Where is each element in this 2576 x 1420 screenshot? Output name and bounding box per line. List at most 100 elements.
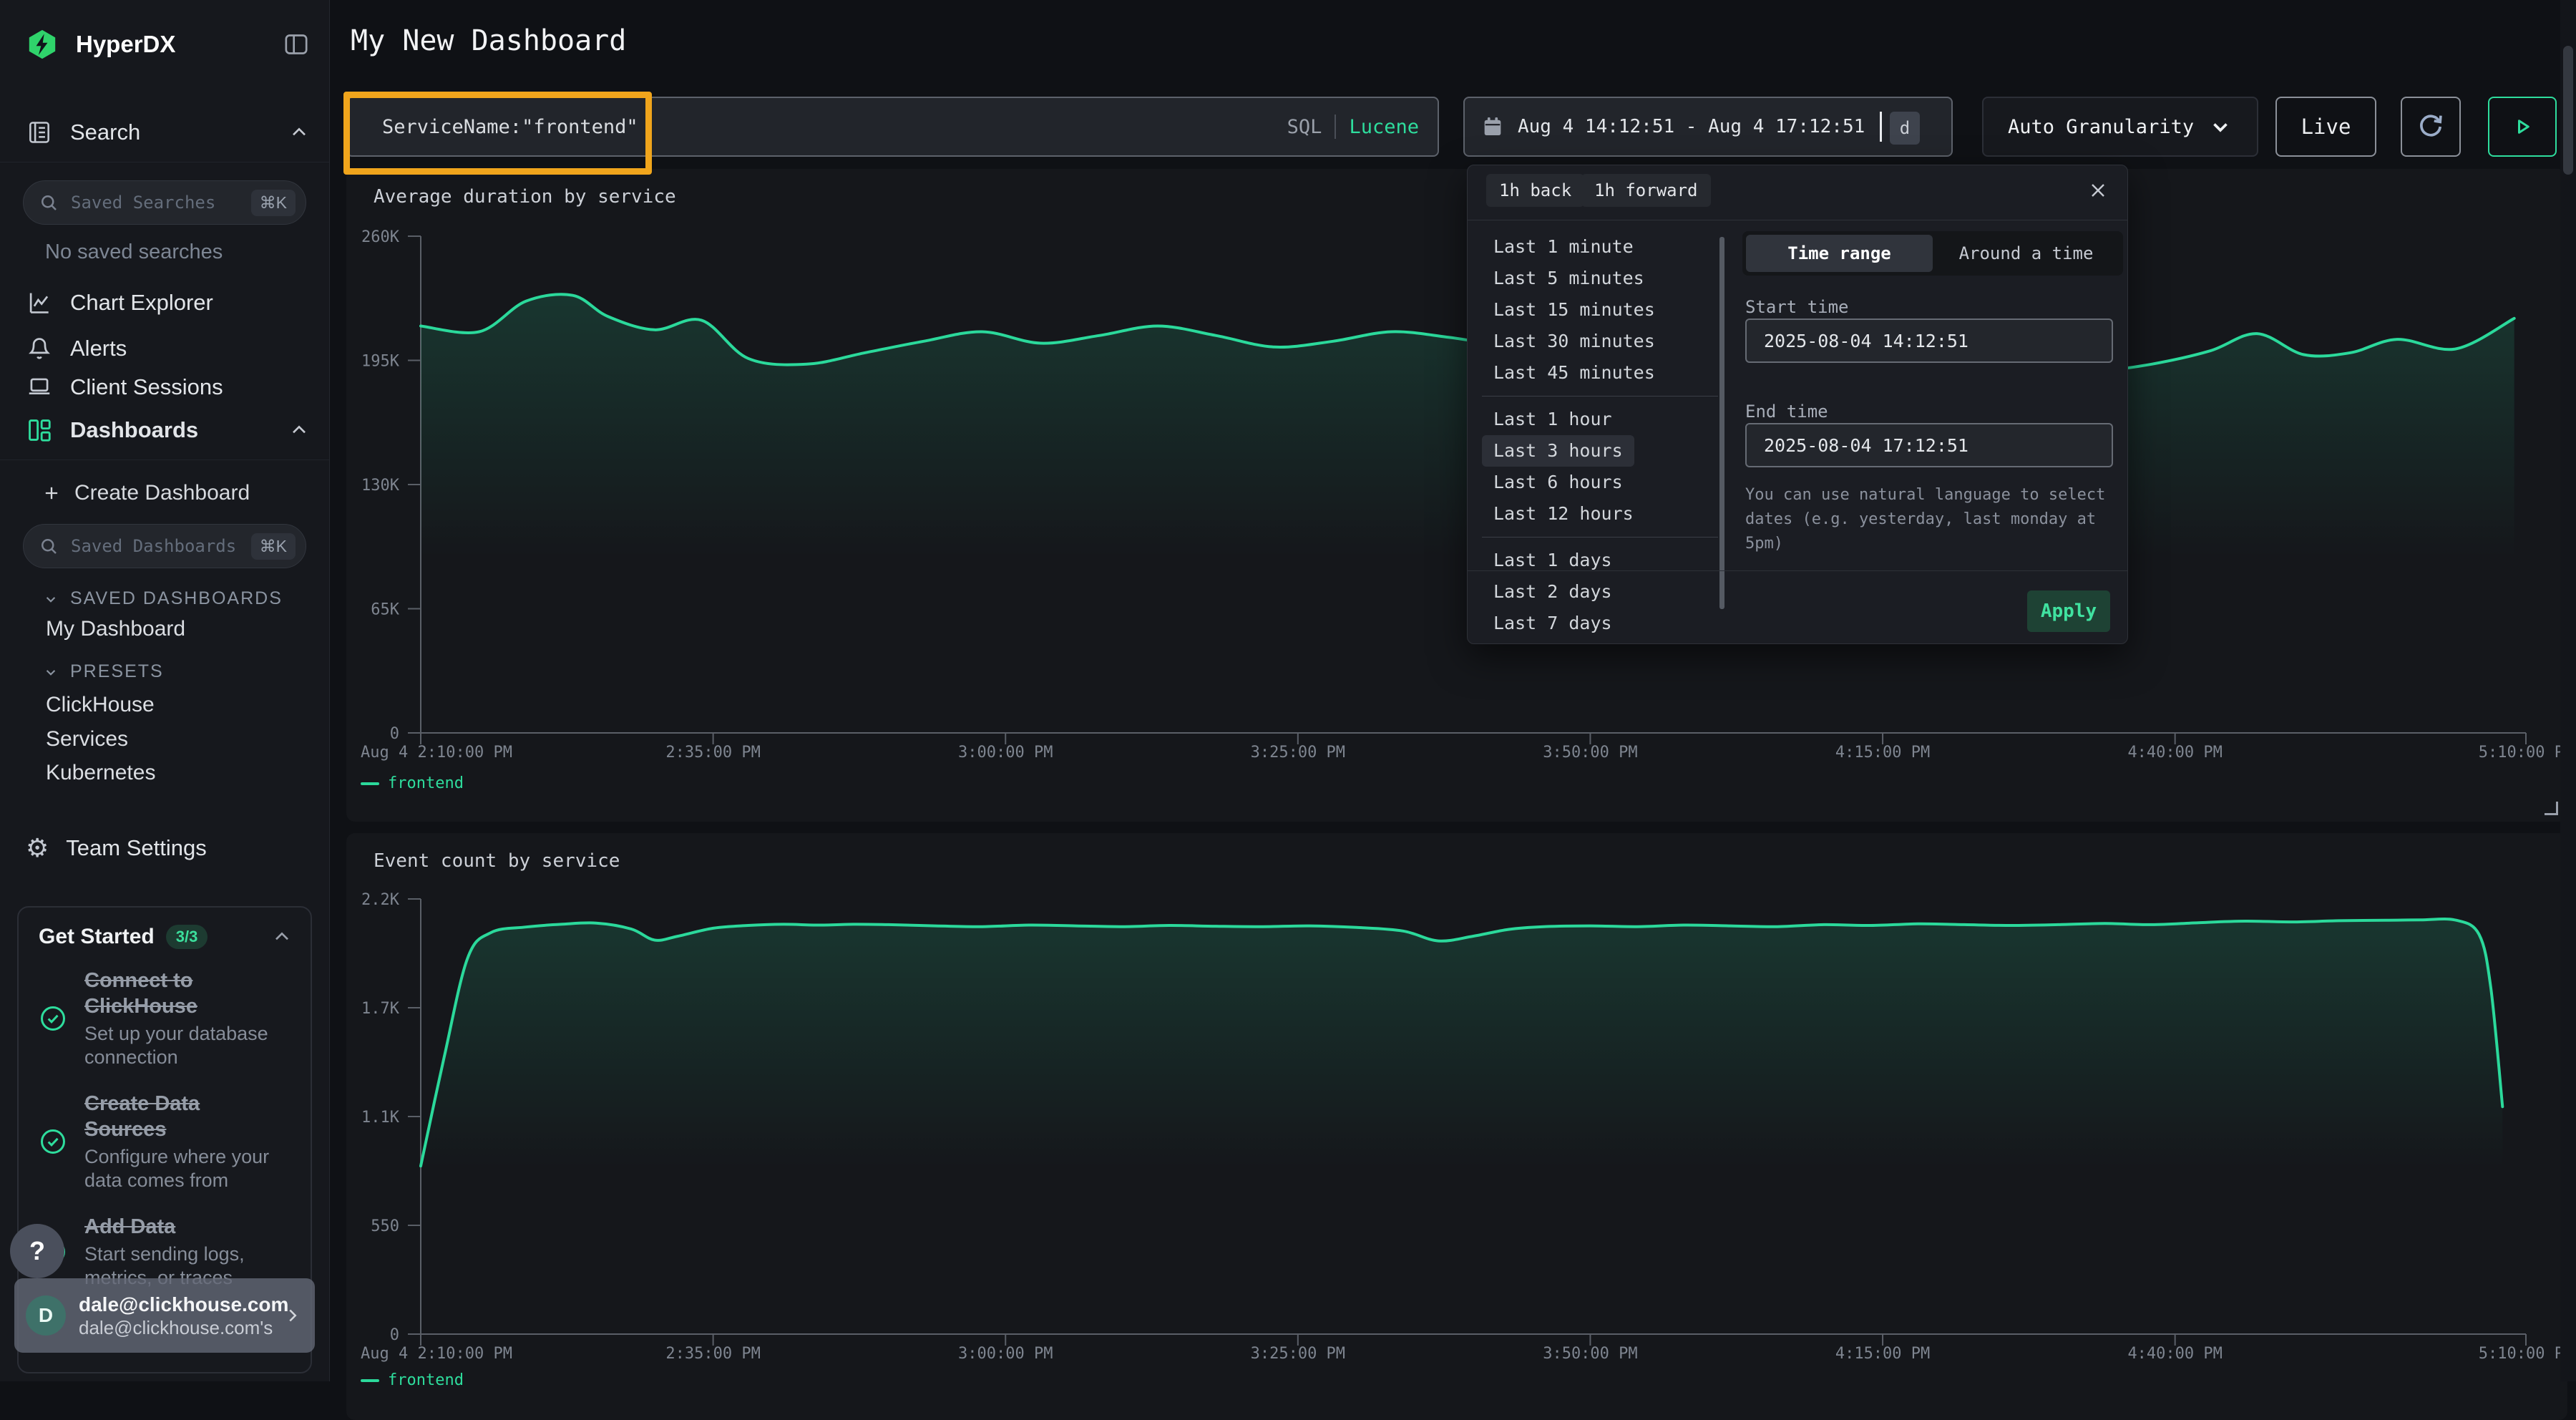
refresh-button[interactable] xyxy=(2401,97,2461,157)
back-1h-button[interactable]: 1h back xyxy=(1486,174,1584,207)
sidebar-item-my-dashboard[interactable]: My Dashboard xyxy=(46,617,185,641)
no-saved-searches-text: No saved searches xyxy=(45,240,223,264)
chart-legend[interactable]: frontend xyxy=(361,774,464,792)
event-count-chart[interactable]: 05501.1K1.7K2.2KAug 4 2:10:00 PM2:35:00 … xyxy=(346,833,2567,1420)
section-presets[interactable]: PRESETS xyxy=(42,661,164,682)
page-scrollbar-thumb[interactable] xyxy=(2563,46,2573,175)
saved-searches-input[interactable]: Saved Searches ⌘K xyxy=(23,180,306,225)
start-time-input[interactable]: 2025-08-04 14:12:51 xyxy=(1745,318,2113,363)
preset-last-2-days[interactable]: Last 2 days xyxy=(1482,576,1624,608)
shortcut-badge: ⌘K xyxy=(251,190,296,216)
chart-title: Average duration by service xyxy=(374,186,676,208)
chevron-right-icon xyxy=(282,1305,303,1326)
svg-text:3:25:00 PM: 3:25:00 PM xyxy=(1251,1345,1345,1363)
chart-card-avg-duration: Average duration by service 065K130K195K… xyxy=(346,169,2567,822)
svg-text:0: 0 xyxy=(390,725,399,743)
sidebar-item-label: Dashboards xyxy=(70,417,198,443)
granularity-select[interactable]: Auto Granularity xyxy=(1982,97,2258,157)
chevron-up-icon[interactable] xyxy=(288,419,311,442)
preset-last-15-minutes[interactable]: Last 15 minutes xyxy=(1482,294,1667,326)
preset-last-14-days[interactable]: Last 14 days xyxy=(1482,639,1634,644)
preset-last-45-minutes[interactable]: Last 45 minutes xyxy=(1482,357,1667,389)
play-button[interactable] xyxy=(2488,97,2557,157)
tab-time-range[interactable]: Time range xyxy=(1746,235,1933,272)
close-button[interactable] xyxy=(2082,174,2114,207)
presets-scrollbar[interactable] xyxy=(1719,237,1724,609)
sidebar-item-services[interactable]: Services xyxy=(46,727,128,752)
get-started-item[interactable]: Connect to ClickHouse Set up your databa… xyxy=(39,968,293,1069)
sql-toggle[interactable]: SQL xyxy=(1287,116,1322,138)
sidebar-item-label: Search xyxy=(70,120,140,145)
search-icon xyxy=(38,192,59,213)
saved-dashboards-input[interactable]: Saved Dashboards ⌘K xyxy=(23,524,306,568)
laptop-icon xyxy=(26,374,53,401)
query-input[interactable]: ServiceName:"frontend" SQL Lucene xyxy=(346,97,1439,157)
card-resize-handle[interactable] xyxy=(2545,802,2558,815)
svg-text:3:50:00 PM: 3:50:00 PM xyxy=(1543,744,1637,762)
sidebar-item-clickhouse[interactable]: ClickHouse xyxy=(46,693,155,717)
avatar: D xyxy=(26,1295,66,1336)
sidebar-item-client-sessions[interactable]: Client Sessions xyxy=(26,368,311,407)
preset-last-5-minutes[interactable]: Last 5 minutes xyxy=(1482,263,1656,294)
page-title: My New Dashboard xyxy=(351,24,626,57)
end-time-input[interactable]: 2025-08-04 17:12:51 xyxy=(1745,423,2113,467)
sidebar-item-search[interactable]: Search xyxy=(26,113,311,152)
tab-around-a-time[interactable]: Around a time xyxy=(1933,235,2119,272)
toggle-separator xyxy=(1335,115,1336,139)
hyperdx-logo-icon xyxy=(26,28,59,61)
preset-last-1-minute[interactable]: Last 1 minute xyxy=(1482,231,1645,263)
section-label: PRESETS xyxy=(70,661,164,682)
preset-last-7-days[interactable]: Last 7 days xyxy=(1482,608,1624,639)
get-started-header[interactable]: Get Started 3/3 xyxy=(19,908,311,949)
svg-text:0: 0 xyxy=(390,1326,399,1344)
create-dashboard-button[interactable]: Create Dashboard xyxy=(42,475,311,511)
bell-icon xyxy=(26,335,53,362)
main-content: My New Dashboard ServiceName:"frontend" … xyxy=(330,0,2576,1381)
preset-last-30-minutes[interactable]: Last 30 minutes xyxy=(1482,326,1667,357)
get-started-item[interactable]: Create Data Sources Configure where your… xyxy=(39,1091,293,1192)
day-shortcut-badge: d xyxy=(1890,112,1920,145)
sidebar-item-dashboards[interactable]: Dashboards xyxy=(26,411,311,449)
preset-last-1-days[interactable]: Last 1 days xyxy=(1482,545,1624,576)
section-saved-dashboards[interactable]: SAVED DASHBOARDS xyxy=(42,588,283,609)
svg-text:260K: 260K xyxy=(361,228,400,246)
sidebar-item-alerts[interactable]: Alerts xyxy=(26,329,311,368)
chevron-up-icon[interactable] xyxy=(288,121,311,144)
preset-last-1-hour[interactable]: Last 1 hour xyxy=(1482,404,1624,435)
avg-duration-chart[interactable]: 065K130K195K260KAug 4 2:10:00 PM2:35:00 … xyxy=(346,169,2567,822)
query-language-toggle[interactable]: SQL Lucene xyxy=(1287,115,1419,139)
shortcut-badge: ⌘K xyxy=(251,533,296,560)
svg-text:Aug 4 2:10:00 PM: Aug 4 2:10:00 PM xyxy=(361,1345,512,1363)
forward-1h-button[interactable]: 1h forward xyxy=(1581,174,1711,207)
svg-text:3:25:00 PM: 3:25:00 PM xyxy=(1251,744,1345,762)
preset-last-6-hours[interactable]: Last 6 hours xyxy=(1482,467,1634,498)
user-account-button[interactable]: D dale@clickhouse.com dale@clickhouse.co… xyxy=(14,1278,315,1353)
section-label: SAVED DASHBOARDS xyxy=(70,588,283,609)
chart-legend[interactable]: frontend xyxy=(361,1371,464,1389)
preset-last-3-hours[interactable]: Last 3 hours xyxy=(1482,435,1634,467)
sidebar-item-kubernetes[interactable]: Kubernetes xyxy=(46,761,155,785)
help-button[interactable]: ? xyxy=(10,1224,64,1278)
legend-series-label: frontend xyxy=(388,774,464,792)
sidebar-item-chart-explorer[interactable]: Chart Explorer xyxy=(26,283,311,322)
text-caret xyxy=(1880,112,1882,142)
gear-icon: ⚙ xyxy=(26,835,49,862)
live-button[interactable]: Live xyxy=(2275,97,2376,157)
svg-text:5:10:00 PM: 5:10:00 PM xyxy=(2479,1345,2567,1363)
saved-dashboards-placeholder: Saved Dashboards xyxy=(71,536,240,556)
lucene-toggle[interactable]: Lucene xyxy=(1349,116,1419,138)
preset-last-12-hours[interactable]: Last 12 hours xyxy=(1482,498,1645,530)
sidebar-item-team-settings[interactable]: ⚙ Team Settings xyxy=(26,829,311,867)
chevron-up-icon[interactable] xyxy=(270,925,293,948)
chevron-down-icon xyxy=(42,663,60,681)
dashboard-grid-icon xyxy=(26,417,53,444)
apply-button[interactable]: Apply xyxy=(2027,590,2110,632)
time-range-value: Aug 4 14:12:51 - Aug 4 17:12:51 xyxy=(1518,116,1865,137)
popup-footer-divider xyxy=(1468,570,2127,571)
page-scrollbar[interactable] xyxy=(2560,0,2576,1381)
sidebar-collapse-icon[interactable] xyxy=(282,30,311,59)
end-time-label: End time xyxy=(1745,402,1828,422)
check-circle-icon xyxy=(39,1004,67,1033)
time-range-input[interactable]: Aug 4 14:12:51 - Aug 4 17:12:51 d xyxy=(1463,97,1953,157)
calendar-icon xyxy=(1480,115,1505,139)
